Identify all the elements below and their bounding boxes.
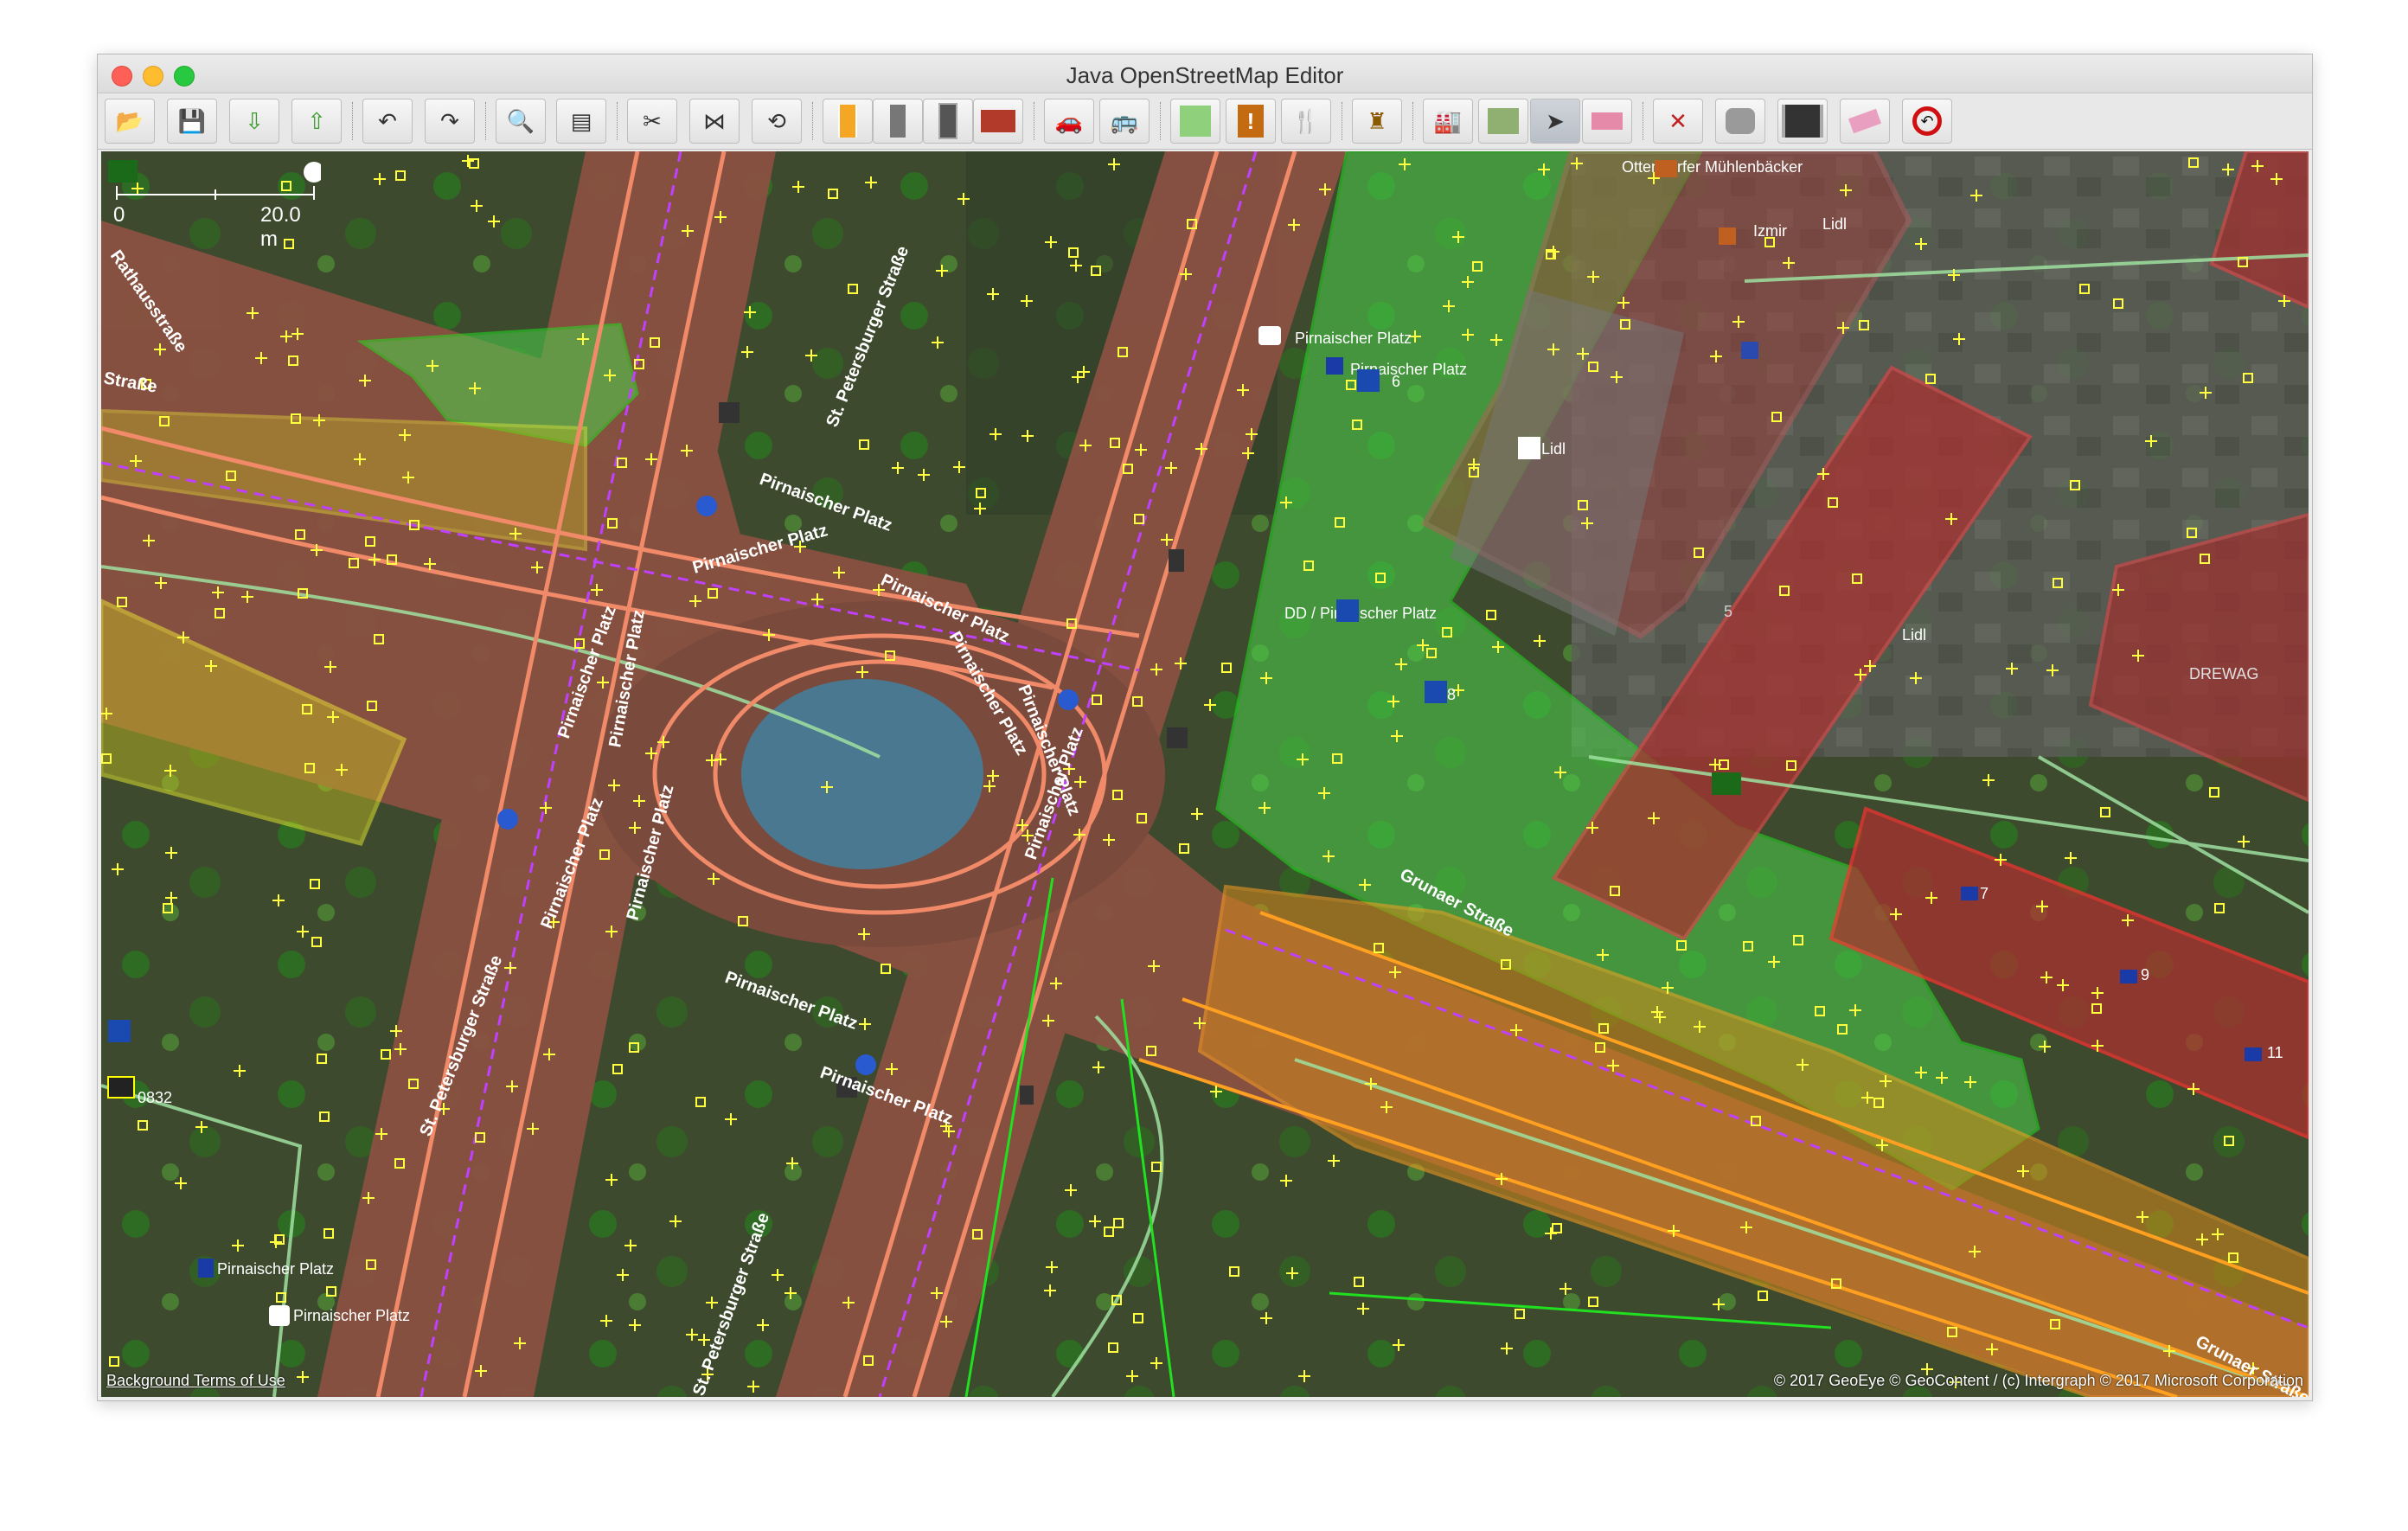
post-box-icon[interactable] [107, 1076, 135, 1099]
zoom-slider-handle[interactable] [304, 162, 321, 183]
poi-lidl-3[interactable]: Lidl [1902, 626, 1926, 644]
delete-tool-icon[interactable] [1582, 99, 1632, 144]
traffic-signal-icon[interactable] [719, 402, 740, 423]
atm-icon[interactable] [1741, 342, 1758, 359]
poi-lidl-2[interactable]: Lidl [1541, 440, 1566, 458]
reverse-way-icon[interactable]: ⟲ [752, 99, 802, 144]
main-toolbar: 📂 💾 ⇩ ⇧ ↶ ↷ 🔍 ▤ ✂ ⋈ ⟲ 🚗 🚌 ! 🍴 ♜ 🏭 ➤ ✕ ↶ [98, 93, 2312, 150]
title-bar: Java OpenStreetMap Editor [98, 54, 2312, 93]
restaurant-icon[interactable] [1719, 227, 1736, 245]
eraser-icon[interactable] [1840, 99, 1890, 144]
toolbar-separator [812, 102, 815, 140]
toolbar-separator [1160, 102, 1162, 140]
direction-sign-icon[interactable] [855, 1054, 876, 1075]
poi-bus-stop-1[interactable]: Pirnaischer Platz [1295, 330, 1412, 347]
traffic-signal-icon[interactable] [1169, 549, 1184, 572]
preset-castle-icon[interactable]: ♜ [1352, 99, 1402, 144]
scale-bar[interactable]: 0 20.0 m [113, 160, 321, 251]
bus-stop-icon[interactable] [198, 1259, 214, 1278]
toolbar-separator [1412, 102, 1415, 140]
poi-ottendorfer[interactable]: Ottendorfer Mühlenbäcker [1622, 158, 1803, 176]
split-way-icon[interactable]: ✂ [627, 99, 677, 144]
preset-industrial-icon[interactable]: 🏭 [1423, 99, 1473, 144]
highway-icon[interactable] [1777, 99, 1828, 144]
direction-sign-icon[interactable] [497, 809, 518, 830]
toolbar-separator [485, 102, 488, 140]
parking-icon[interactable] [1336, 599, 1359, 622]
open-file-icon[interactable]: 📂 [105, 99, 155, 144]
poi-bus-stop-4[interactable]: Pirnaischer Platz [293, 1307, 410, 1324]
preset-restaurant-icon[interactable]: 🍴 [1281, 99, 1331, 144]
upload-icon[interactable]: ⇧ [291, 99, 342, 144]
entrance-icon[interactable] [1712, 772, 1741, 795]
parking-icon[interactable] [1425, 681, 1447, 703]
preset-emergency-icon[interactable]: ! [1226, 99, 1276, 144]
toolbar-separator [1342, 102, 1344, 140]
save-icon[interactable]: 💾 [167, 99, 217, 144]
parking-icon[interactable] [108, 1020, 131, 1042]
preset-traffic-signal-icon[interactable] [923, 99, 973, 144]
direction-sign-icon[interactable] [1058, 689, 1079, 710]
bike-parking-icon[interactable] [2245, 1047, 2262, 1061]
house-number-9: 9 [2141, 966, 2149, 983]
building-icon[interactable] [1715, 99, 1765, 144]
parking-icon[interactable] [1357, 369, 1380, 392]
poi-izmir[interactable]: Izmir [1753, 222, 1787, 240]
house-number-6: 6 [1392, 373, 1400, 390]
house-number-0832: 0832 [138, 1089, 172, 1106]
house-number-11: 11 [2267, 1044, 2283, 1061]
combine-way-icon[interactable]: ⋈ [689, 99, 740, 144]
bike-parking-icon[interactable] [1961, 887, 1978, 900]
pond [741, 679, 983, 869]
preset-rail-icon[interactable] [873, 99, 923, 144]
house-number-5: 5 [1724, 603, 1732, 620]
background-terms-link[interactable]: Background Terms of Use [106, 1372, 285, 1390]
redo-icon[interactable]: ↷ [425, 99, 475, 144]
draw-tool-icon[interactable]: ✕ [1653, 99, 1703, 144]
poi-drewag[interactable]: DREWAG [2189, 665, 2258, 682]
toolbar-separator [617, 102, 619, 140]
undo-icon[interactable]: ↶ [362, 99, 413, 144]
no-u-turn-icon[interactable]: ↶ [1902, 99, 1952, 144]
preset-wall-icon[interactable] [973, 99, 1023, 144]
toolbar-separator [1034, 102, 1036, 140]
bus-stop-icon[interactable] [1326, 357, 1343, 375]
imagery-attribution: © 2017 GeoEye © GeoContent / (c) Intergr… [1773, 1372, 2303, 1389]
traffic-signal-icon[interactable] [1167, 727, 1188, 748]
info-icon[interactable]: ▤ [556, 99, 606, 144]
toolbar-separator [1643, 102, 1645, 140]
preset-landfill-icon[interactable] [1478, 99, 1528, 144]
app-window: Java OpenStreetMap Editor 📂 💾 ⇩ ⇧ ↶ ↷ 🔍 … [97, 54, 2313, 1401]
map-canvas[interactable]: Ottendorfer Mühlenbäcker Izmir Lidl Lidl… [101, 151, 2309, 1397]
window-title: Java OpenStreetMap Editor [1066, 62, 1344, 88]
poi-bus-stop-3[interactable]: Pirnaischer Platz [217, 1260, 334, 1278]
house-number-7: 7 [1980, 885, 1989, 902]
toolbar-separator [352, 102, 355, 140]
preferences-icon[interactable]: 🔍 [496, 99, 546, 144]
poi-lidl-1[interactable]: Lidl [1822, 215, 1847, 233]
preset-bus-icon[interactable]: 🚌 [1099, 99, 1150, 144]
preset-park-icon[interactable] [1170, 99, 1220, 144]
map-view[interactable]: Ottendorfer Mühlenbäcker Izmir Lidl Lidl… [101, 151, 2309, 1397]
preset-road-icon[interactable] [823, 99, 873, 144]
select-tool-icon[interactable]: ➤ [1530, 99, 1580, 144]
bike-parking-icon[interactable] [2120, 970, 2137, 983]
house-number-8: 8 [1447, 686, 1456, 703]
direction-sign-icon[interactable] [696, 496, 717, 516]
bakery-icon[interactable] [1655, 160, 1677, 177]
scale-zero-label: 0 [113, 203, 125, 227]
download-icon[interactable]: ⇩ [229, 99, 279, 144]
preset-car-icon[interactable]: 🚗 [1044, 99, 1094, 144]
scale-value-label: 20.0 m [260, 203, 301, 251]
poi-parking-dd[interactable]: DD / Pirnaischer Platz [1284, 605, 1437, 622]
shop-cart-icon[interactable] [1518, 437, 1540, 459]
bus-stop-icon[interactable] [1258, 326, 1281, 345]
traffic-signal-icon[interactable] [1020, 1086, 1034, 1105]
bus-stop-icon[interactable] [269, 1305, 290, 1326]
